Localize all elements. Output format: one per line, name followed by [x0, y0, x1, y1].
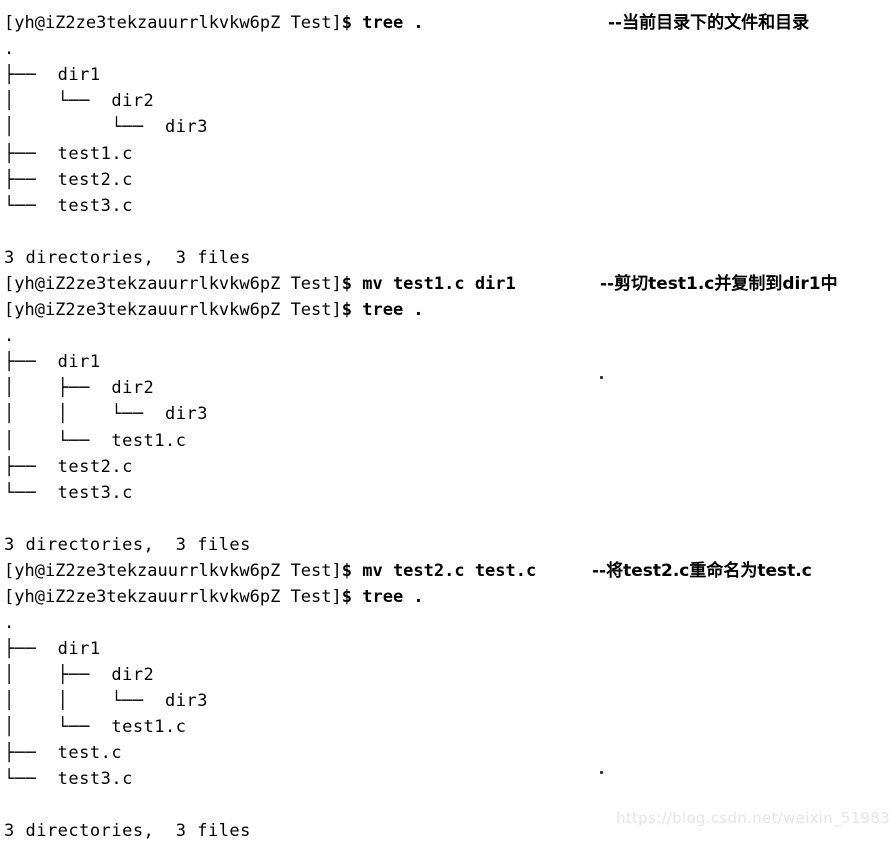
tree-output-line: └── test3.c [4, 483, 133, 503]
command-annotation: --剪切test1.c并复制到dir1中 [600, 274, 838, 294]
command-annotation: --当前目录下的文件和目录 [608, 13, 810, 33]
tree-output-line: . [4, 613, 15, 633]
stray-mark [600, 771, 603, 774]
site-watermark: https://blog.csdn.net/weixin_51983604 [616, 809, 891, 827]
tree-output-line: │ └── dir3 [4, 117, 208, 137]
tree-output-line: ├── dir1 [4, 639, 101, 659]
terminal-command-line: [yh@iZ2ze3tekzauurrlkvkw6pZ Test]$ tree … [4, 10, 424, 36]
shell-prompt: [yh@iZ2ze3tekzauurrlkvkw6pZ Test] [4, 13, 342, 33]
tree-output-line: │ ├── dir2 [4, 378, 155, 398]
tree-output-line: │ └── test1.c [4, 717, 187, 737]
tree-output-line: │ └── test1.c [4, 431, 187, 451]
tree-output-line: │ ├── dir2 [4, 665, 155, 685]
tree-output-line: ├── dir1 [4, 65, 101, 85]
tree-output-line: ├── dir1 [4, 352, 101, 372]
tree-output-line: │ │ └── dir3 [4, 691, 208, 711]
shell-command: $ mv test1.c dir1 [341, 274, 516, 294]
tree-output-line: ├── test2.c [4, 170, 133, 190]
terminal-command-line: [yh@iZ2ze3tekzauurrlkvkw6pZ Test]$ mv te… [4, 271, 516, 297]
tree-output-line: └── test3.c [4, 196, 133, 216]
shell-prompt: [yh@iZ2ze3tekzauurrlkvkw6pZ Test] [4, 274, 342, 294]
shell-command: $ tree . [341, 300, 424, 320]
shell-prompt: [yh@iZ2ze3tekzauurrlkvkw6pZ Test] [4, 561, 342, 581]
tree-output-line: ├── test2.c [4, 457, 133, 477]
terminal-command-line: [yh@iZ2ze3tekzauurrlkvkw6pZ Test]$ tree … [4, 584, 424, 610]
tree-output-line: . [4, 326, 15, 346]
tree-output-line: . [4, 39, 15, 59]
shell-prompt: [yh@iZ2ze3tekzauurrlkvkw6pZ Test] [4, 300, 342, 320]
tree-output-line: │ └── dir2 [4, 91, 155, 111]
tree-summary-line: 3 directories, 3 files [4, 535, 251, 555]
command-annotation: --将test2.c重命名为test.c [592, 561, 812, 581]
shell-command: $ tree . [341, 587, 424, 607]
shell-command: $ tree . [341, 13, 424, 33]
terminal-output-pane[interactable]: [yh@iZ2ze3tekzauurrlkvkw6pZ Test]$ tree … [0, 0, 891, 841]
stray-mark [600, 376, 603, 379]
shell-prompt: [yh@iZ2ze3tekzauurrlkvkw6pZ Test] [4, 587, 342, 607]
tree-output-line: │ │ └── dir3 [4, 404, 208, 424]
shell-command: $ mv test2.c test.c [341, 561, 537, 581]
tree-output-line: ├── test1.c [4, 144, 133, 164]
terminal-command-line: [yh@iZ2ze3tekzauurrlkvkw6pZ Test]$ mv te… [4, 558, 536, 584]
terminal-command-line: [yh@iZ2ze3tekzauurrlkvkw6pZ Test]$ tree … [4, 297, 424, 323]
tree-summary-line: 3 directories, 3 files [4, 821, 251, 841]
tree-output-line: └── test3.c [4, 769, 133, 789]
tree-summary-line: 3 directories, 3 files [4, 248, 251, 268]
tree-output-line: ├── test.c [4, 743, 123, 763]
